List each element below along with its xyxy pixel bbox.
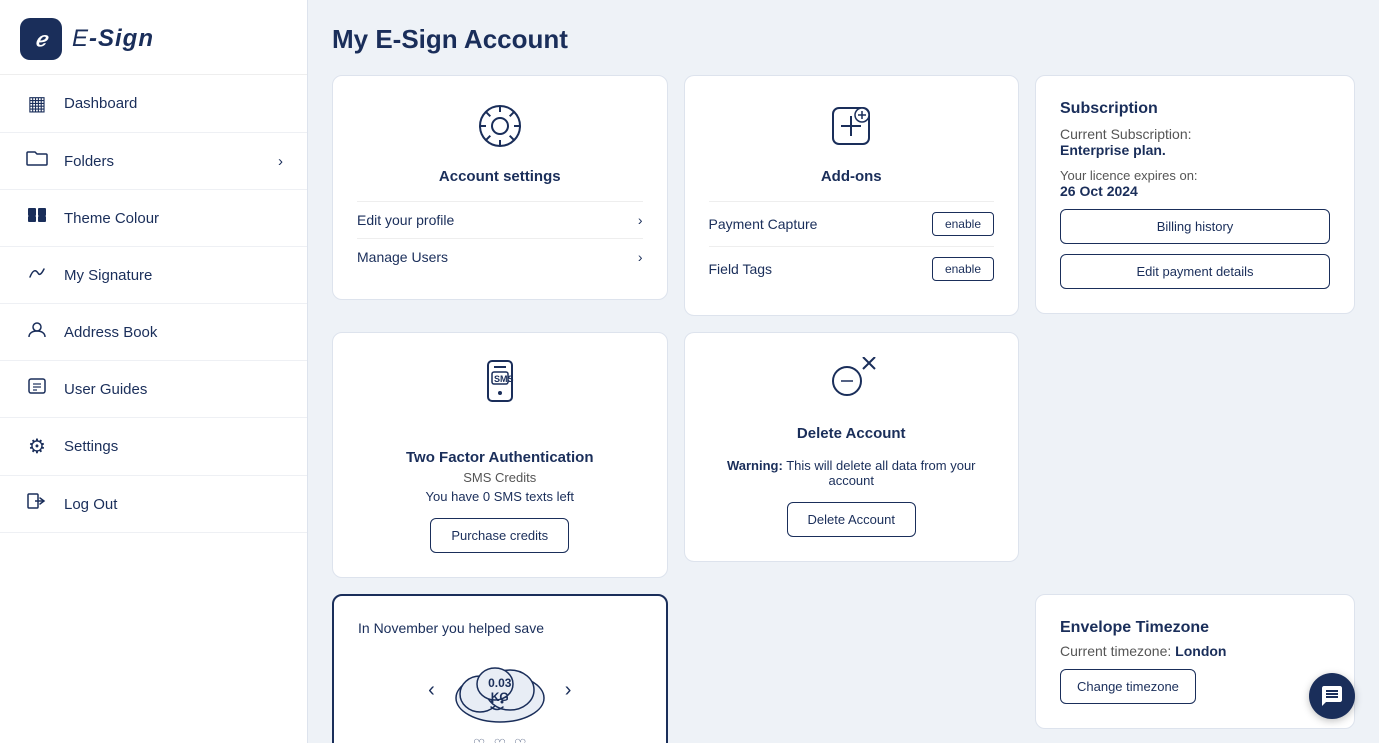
chevron-right-icon: ›: [638, 212, 643, 228]
account-settings-title: Account settings: [439, 168, 561, 185]
settings-icon: ⚙: [24, 434, 50, 459]
delete-account-card: Delete Account Warning: This will delete…: [684, 332, 1020, 562]
addons-title: Add-ons: [821, 168, 882, 185]
account-settings-icon: [474, 100, 526, 162]
billing-history-button[interactable]: Billing history: [1060, 209, 1330, 244]
env-next-button[interactable]: ›: [555, 679, 582, 702]
tfa-icon-area: SMS: [357, 357, 643, 433]
chat-button[interactable]: [1309, 673, 1355, 719]
log-out-icon: [24, 492, 50, 516]
sidebar-item-label: Log Out: [64, 496, 117, 513]
delete-account-button[interactable]: Delete Account: [787, 502, 916, 537]
edit-payment-button[interactable]: Edit payment details: [1060, 254, 1330, 289]
sidebar-item-user-guides[interactable]: User Guides: [0, 361, 307, 418]
theme-colour-icon: [24, 206, 50, 230]
env-decorations: ♡♡♡: [358, 736, 642, 743]
edit-profile-label: Edit your profile: [357, 212, 454, 228]
signature-icon: [24, 263, 50, 287]
user-guides-icon: [24, 377, 50, 401]
sidebar-item-label: My Signature: [64, 267, 152, 284]
account-settings-icon-area: Account settings: [357, 100, 643, 185]
delete-account-icon-area: Delete Account: [709, 357, 995, 442]
addons-card: Add-ons Payment Capture enable Field Tag…: [684, 75, 1020, 316]
chevron-right-icon: ›: [278, 153, 283, 170]
subscription-plan: Enterprise plan.: [1060, 142, 1330, 158]
environmental-card: In November you helped save ‹: [332, 594, 668, 743]
field-tags-row: Field Tags enable: [709, 246, 995, 291]
purchase-credits-button[interactable]: Purchase credits: [430, 518, 569, 553]
chevron-right-icon: ›: [638, 249, 643, 265]
timezone-card: Envelope Timezone Current timezone: Lond…: [1035, 594, 1355, 729]
timezone-title: Envelope Timezone: [1060, 619, 1330, 637]
sms-credits-text: You have 0 SMS texts left: [357, 489, 643, 504]
cloud-shape: 0.03 KG: [445, 650, 555, 730]
tfa-icon: SMS: [474, 357, 526, 427]
manage-users-menu-item[interactable]: Manage Users ›: [357, 238, 643, 275]
sidebar-item-log-out[interactable]: Log Out: [0, 476, 307, 533]
subscription-card: Subscription Current Subscription: Enter…: [1035, 75, 1355, 314]
two-factor-auth-card: SMS Two Factor Authentication SMS Credit…: [332, 332, 668, 578]
payment-capture-row: Payment Capture enable: [709, 201, 995, 246]
sidebar-item-label: Theme Colour: [64, 210, 159, 227]
sidebar-item-my-signature[interactable]: My Signature: [0, 247, 307, 304]
timezone-value: London: [1175, 643, 1226, 659]
sidebar-item-label: User Guides: [64, 381, 147, 398]
sidebar-item-label: Address Book: [64, 324, 157, 341]
sidebar-item-folders[interactable]: Folders ›: [0, 133, 307, 190]
delete-warning-text: This will delete all data from your acco…: [783, 458, 976, 488]
edit-profile-menu-item[interactable]: Edit your profile ›: [357, 201, 643, 238]
delete-warning: Warning: This will delete all data from …: [709, 458, 995, 488]
logo-text: E-Sign: [72, 25, 154, 53]
env-value: 0.03 KG: [488, 676, 511, 705]
logo-area: ℯ E-Sign: [0, 0, 307, 75]
content-grid: Account settings Edit your profile › Man…: [332, 75, 1355, 743]
change-timezone-button[interactable]: Change timezone: [1060, 669, 1196, 704]
field-tags-label: Field Tags: [709, 261, 773, 277]
subscription-title: Subscription: [1060, 100, 1330, 118]
addons-icon: [825, 100, 877, 162]
delete-account-title: Delete Account: [797, 425, 906, 442]
subscription-expires-date: 26 Oct 2024: [1060, 183, 1330, 199]
manage-users-label: Manage Users: [357, 249, 448, 265]
folders-icon: [24, 149, 50, 173]
sidebar-item-theme-colour[interactable]: Theme Colour: [0, 190, 307, 247]
sidebar-item-address-book[interactable]: Address Book: [0, 304, 307, 361]
subscription-expires-label: Your licence expires on:: [1060, 168, 1330, 183]
sidebar-item-label: Dashboard: [64, 95, 137, 112]
address-book-icon: [24, 320, 50, 344]
sidebar-item-dashboard[interactable]: ▦ Dashboard: [0, 75, 307, 133]
main-content: My E-Sign Account Account settings Edit …: [308, 0, 1379, 743]
sidebar-item-label: Settings: [64, 438, 118, 455]
delete-warning-prefix: Warning:: [727, 458, 783, 473]
dashboard-icon: ▦: [24, 91, 50, 116]
svg-text:SMS: SMS: [494, 374, 514, 384]
tfa-title: Two Factor Authentication: [357, 449, 643, 466]
payment-capture-enable-button[interactable]: enable: [932, 212, 994, 236]
sidebar-item-label: Folders: [64, 153, 114, 170]
page-title: My E-Sign Account: [332, 24, 1355, 55]
addons-icon-area: Add-ons: [709, 100, 995, 185]
sms-label: SMS Credits: [357, 470, 643, 485]
field-tags-enable-button[interactable]: enable: [932, 257, 994, 281]
delete-account-icon: [823, 357, 879, 419]
timezone-current: Current timezone: London: [1060, 643, 1330, 659]
account-settings-card: Account settings Edit your profile › Man…: [332, 75, 668, 300]
env-cloud-area: ‹ 0.03 KG: [358, 650, 642, 730]
env-intro-text: In November you helped save: [358, 620, 642, 636]
timezone-current-label: Current timezone:: [1060, 643, 1171, 659]
sidebar: ℯ E-Sign ▦ Dashboard Folders › Theme Col…: [0, 0, 308, 743]
payment-capture-label: Payment Capture: [709, 216, 818, 232]
logo-icon: ℯ: [20, 18, 62, 60]
env-prev-button[interactable]: ‹: [418, 679, 445, 702]
sidebar-item-settings[interactable]: ⚙ Settings: [0, 418, 307, 476]
subscription-current-label: Current Subscription:: [1060, 126, 1330, 142]
